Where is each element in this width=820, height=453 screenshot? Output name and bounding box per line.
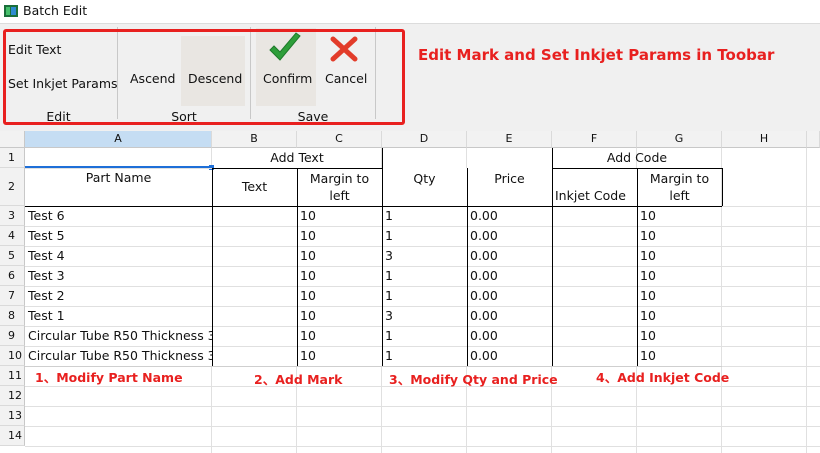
qty-cell[interactable]: 1 <box>382 226 467 246</box>
column-header[interactable]: C <box>297 131 382 148</box>
qty-header: Qty <box>413 171 436 186</box>
code-margin-cell[interactable]: 10 <box>637 206 722 226</box>
add-text-header: Add Text <box>270 150 324 165</box>
code-margin-cell[interactable]: 10 <box>637 246 722 266</box>
note-modify-qty-price: 3、Modify Qty and Price <box>389 372 558 387</box>
price-cell[interactable]: 0.00 <box>467 346 552 366</box>
note-add-inkjet-code: 4、Add Inkjet Code <box>596 370 730 385</box>
margin-cell[interactable]: 10 <box>297 206 382 226</box>
code-margin-cell[interactable]: 10 <box>637 306 722 326</box>
price-cell[interactable]: 0.00 <box>467 286 552 306</box>
row-header[interactable]: 9 <box>0 326 25 346</box>
row-header[interactable]: 8 <box>0 306 25 326</box>
part-name-cell[interactable]: Circular Tube R50 Thickness 3 <box>25 326 212 346</box>
qty-cell[interactable]: 1 <box>382 206 467 226</box>
border-line <box>297 206 298 366</box>
margin-cell[interactable]: 10 <box>297 286 382 306</box>
column-header[interactable]: A <box>25 131 212 148</box>
note-modify-part-name: 1、Modify Part Name <box>35 370 183 385</box>
margin-cell[interactable]: 10 <box>297 226 382 246</box>
border-line <box>297 168 298 206</box>
code-margin-left-header: Margin to <box>649 171 710 186</box>
spreadsheet[interactable]: A B C D E F G H 1 2 3 4 5 6 7 8 9 10 11 … <box>0 131 820 453</box>
code-margin-cell[interactable]: 10 <box>637 266 722 286</box>
price-header: Price <box>494 171 525 186</box>
part-name-cell[interactable]: Test 6 <box>25 206 212 226</box>
part-name-cell[interactable]: Test 1 <box>25 306 212 326</box>
border-line <box>212 206 213 366</box>
qty-cell[interactable]: 1 <box>382 266 467 286</box>
qty-cell[interactable]: 3 <box>382 306 467 326</box>
code-margin-cell[interactable]: 10 <box>637 326 722 346</box>
qty-cell[interactable]: 3 <box>382 246 467 266</box>
margin-cell[interactable]: 10 <box>297 266 382 286</box>
part-name-cell[interactable]: Test 5 <box>25 226 212 246</box>
price-cell[interactable]: 0.00 <box>467 226 552 246</box>
column-header[interactable]: D <box>382 131 467 148</box>
row-header[interactable]: 4 <box>0 226 25 246</box>
part-name-cell[interactable]: Test 2 <box>25 286 212 306</box>
row-header[interactable]: 5 <box>0 246 25 266</box>
title-bar: Batch Edit <box>0 0 820 23</box>
row-header[interactable]: 3 <box>0 206 25 226</box>
border-line <box>382 148 383 366</box>
window-title: Batch Edit <box>23 3 88 18</box>
selected-cell[interactable] <box>25 148 212 168</box>
row-header[interactable]: 13 <box>0 406 25 426</box>
border-line <box>637 168 638 206</box>
row-header[interactable]: 14 <box>0 426 25 446</box>
border-line <box>467 168 468 366</box>
qty-cell[interactable]: 1 <box>382 326 467 346</box>
margin-left-header-line2: left <box>329 188 350 203</box>
code-margin-left-header-line2: left <box>669 188 690 203</box>
row-header[interactable]: 7 <box>0 286 25 306</box>
column-header <box>807 131 820 148</box>
border-line <box>25 206 722 207</box>
row-header[interactable]: 10 <box>0 346 25 366</box>
border-line <box>25 168 212 169</box>
column-header[interactable]: H <box>722 131 807 148</box>
row-header[interactable]: 6 <box>0 266 25 286</box>
price-cell[interactable]: 0.00 <box>467 246 552 266</box>
toolbar-annotation: Edit Mark and Set Inkjet Params in Tooba… <box>418 46 775 64</box>
code-margin-cell[interactable]: 10 <box>637 286 722 306</box>
price-cell[interactable]: 0.00 <box>467 306 552 326</box>
price-cell[interactable]: 0.00 <box>467 326 552 346</box>
margin-left-header: Margin to <box>309 171 370 186</box>
qty-cell[interactable]: 1 <box>382 286 467 306</box>
inkjet-code-header: Inkjet Code <box>555 188 626 203</box>
code-margin-cell[interactable]: 10 <box>637 226 722 246</box>
border-line <box>552 148 553 366</box>
part-name-header: Part Name <box>85 170 152 185</box>
row-header[interactable]: 12 <box>0 386 25 406</box>
border-line <box>212 168 213 206</box>
column-header[interactable]: G <box>637 131 722 148</box>
margin-cell[interactable]: 10 <box>297 306 382 326</box>
part-name-cell[interactable]: Circular Tube R50 Thickness 3 <box>25 346 212 366</box>
column-header[interactable]: B <box>212 131 297 148</box>
row-header[interactable]: 1 <box>0 148 25 168</box>
app-icon <box>4 5 18 17</box>
add-code-header: Add Code <box>606 150 668 165</box>
select-all-corner[interactable] <box>0 131 25 148</box>
border-line <box>722 168 723 206</box>
note-add-mark: 2、Add Mark <box>254 372 343 387</box>
code-margin-cell[interactable]: 10 <box>637 346 722 366</box>
row-header[interactable]: 2 <box>0 168 25 206</box>
row-header[interactable]: 11 <box>0 366 25 386</box>
margin-cell[interactable]: 10 <box>297 326 382 346</box>
price-cell[interactable]: 0.00 <box>467 206 552 226</box>
column-header[interactable]: E <box>467 131 552 148</box>
part-name-cell[interactable]: Test 3 <box>25 266 212 286</box>
toolbar-highlight-box <box>3 29 405 125</box>
qty-cell[interactable]: 1 <box>382 346 467 366</box>
margin-cell[interactable]: 10 <box>297 346 382 366</box>
column-header[interactable]: F <box>552 131 637 148</box>
margin-cell[interactable]: 10 <box>297 246 382 266</box>
price-cell[interactable]: 0.00 <box>467 266 552 286</box>
part-name-cell[interactable]: Test 4 <box>25 246 212 266</box>
text-header: Text <box>241 179 268 194</box>
border-line <box>637 206 638 366</box>
